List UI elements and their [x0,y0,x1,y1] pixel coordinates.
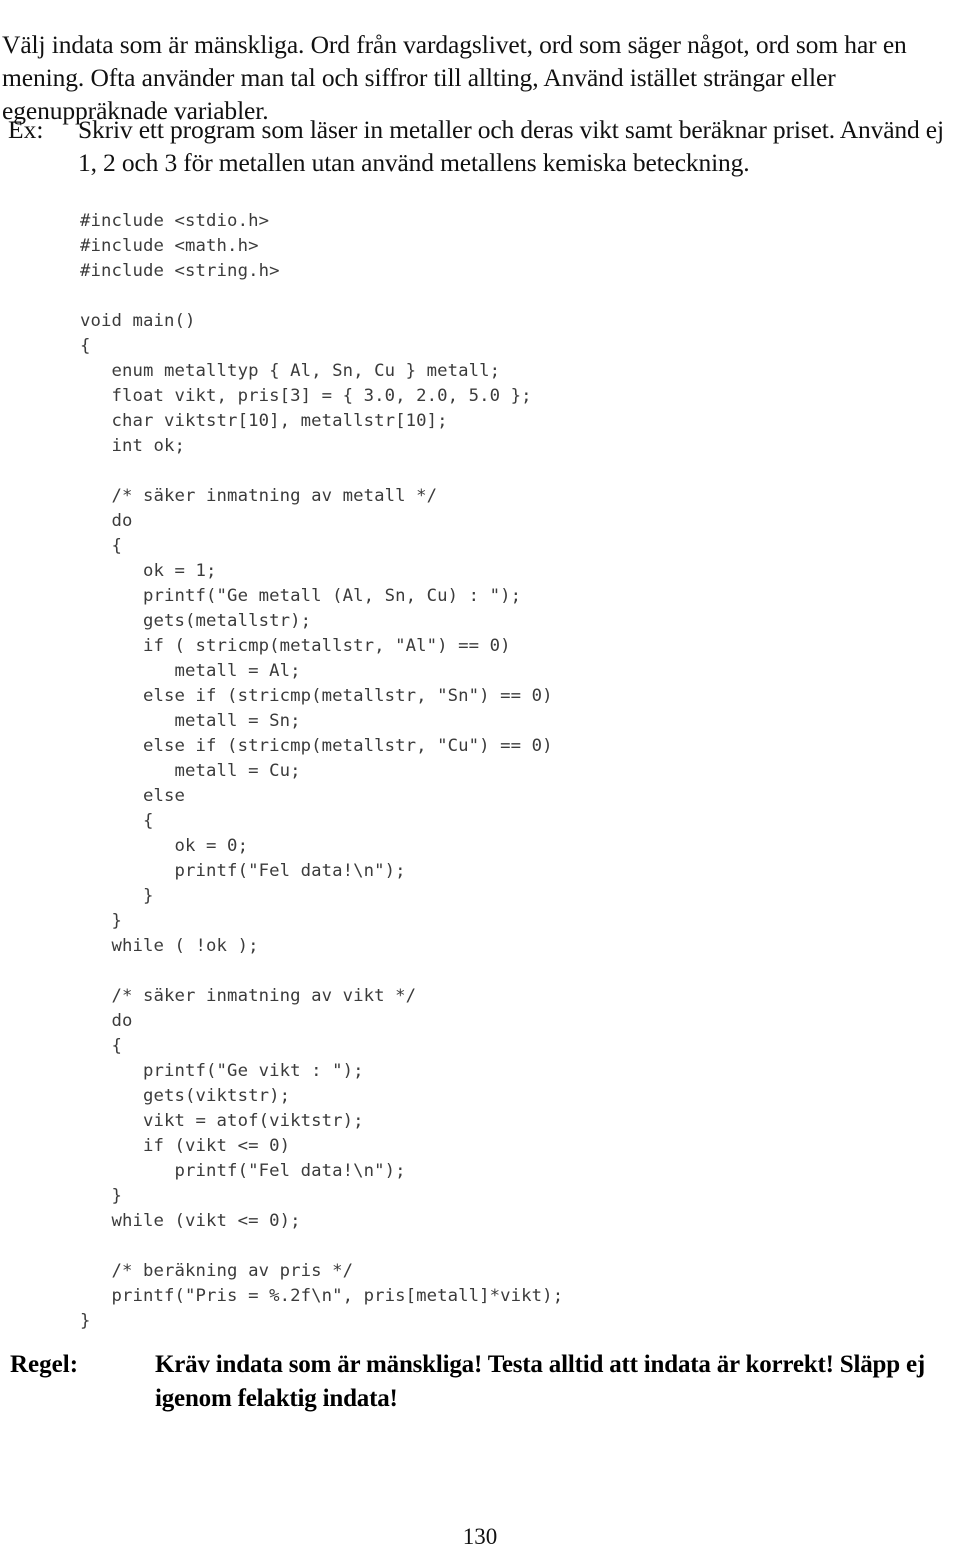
code-line: /* beräkning av pris */ [80,1261,354,1282]
code-line: } [80,886,154,907]
code-line: { [80,1036,123,1057]
code-line: } [80,911,123,932]
code-line: /* säker inmatning av vikt */ [80,986,417,1007]
code-line: ok = 1; [80,561,217,582]
example-label: Ex: [8,115,44,144]
code-line: gets(metallstr); [80,611,312,632]
code-line: while (vikt <= 0); [80,1211,301,1232]
code-line: gets(viktstr); [80,1086,291,1107]
rule-text: Kräv indata som är mänskliga! Testa allt… [155,1351,925,1412]
code-line: printf("Ge metall (Al, Sn, Cu) : "); [80,586,522,607]
code-line: metall = Cu; [80,761,301,782]
code-line: ok = 0; [80,836,249,857]
code-line: #include <string.h> [80,261,280,282]
code-line: { [80,811,154,832]
code-line: printf("Pris = %.2f\n", pris[metall]*vik… [80,1286,564,1307]
code-line: while ( !ok ); [80,936,259,957]
code-line: metall = Al; [80,661,301,682]
document-page: Välj indata som är mänskliga. Ord från v… [0,0,960,1556]
code-line: char viktstr[10], metallstr[10]; [80,411,448,432]
code-line: do [80,511,133,532]
code-listing: #include <stdio.h> #include <math.h> #incl… [80,209,563,1334]
rule-label: Regel: [10,1351,79,1378]
page-number: 130 [462,1524,498,1549]
code-line: if ( stricmp(metallstr, "Al") == 0) [80,636,511,657]
code-line: { [80,536,123,557]
code-line: } [80,1186,123,1207]
code-line: #include <stdio.h> [80,211,270,232]
code-line: void main() [80,311,196,332]
code-line: else [80,786,186,807]
code-line: float vikt, pris[3] = { 3.0, 2.0, 5.0 }; [80,386,532,407]
code-line: } [80,1311,91,1332]
code-line: metall = Sn; [80,711,301,732]
example-text: Skriv ett program som läser in metaller … [78,115,944,177]
code-line: int ok; [80,436,186,457]
code-line: vikt = atof(viktstr); [80,1111,364,1132]
code-line: /* säker inmatning av metall */ [80,486,438,507]
intro-paragraph: Välj indata som är mänskliga. Ord från v… [2,29,907,125]
code-line: printf("Ge vikt : "); [80,1061,364,1082]
code-line: printf("Fel data!\n"); [80,861,406,882]
code-line: if (vikt <= 0) [80,1136,291,1157]
code-line: enum metalltyp { Al, Sn, Cu } metall; [80,361,501,382]
code-line: else if (stricmp(metallstr, "Sn") == 0) [80,686,553,707]
code-line: { [80,336,91,357]
code-line: printf("Fel data!\n"); [80,1161,406,1182]
code-line: #include <math.h> [80,236,259,257]
code-line: else if (stricmp(metallstr, "Cu") == 0) [80,736,553,757]
code-line: do [80,1011,133,1032]
